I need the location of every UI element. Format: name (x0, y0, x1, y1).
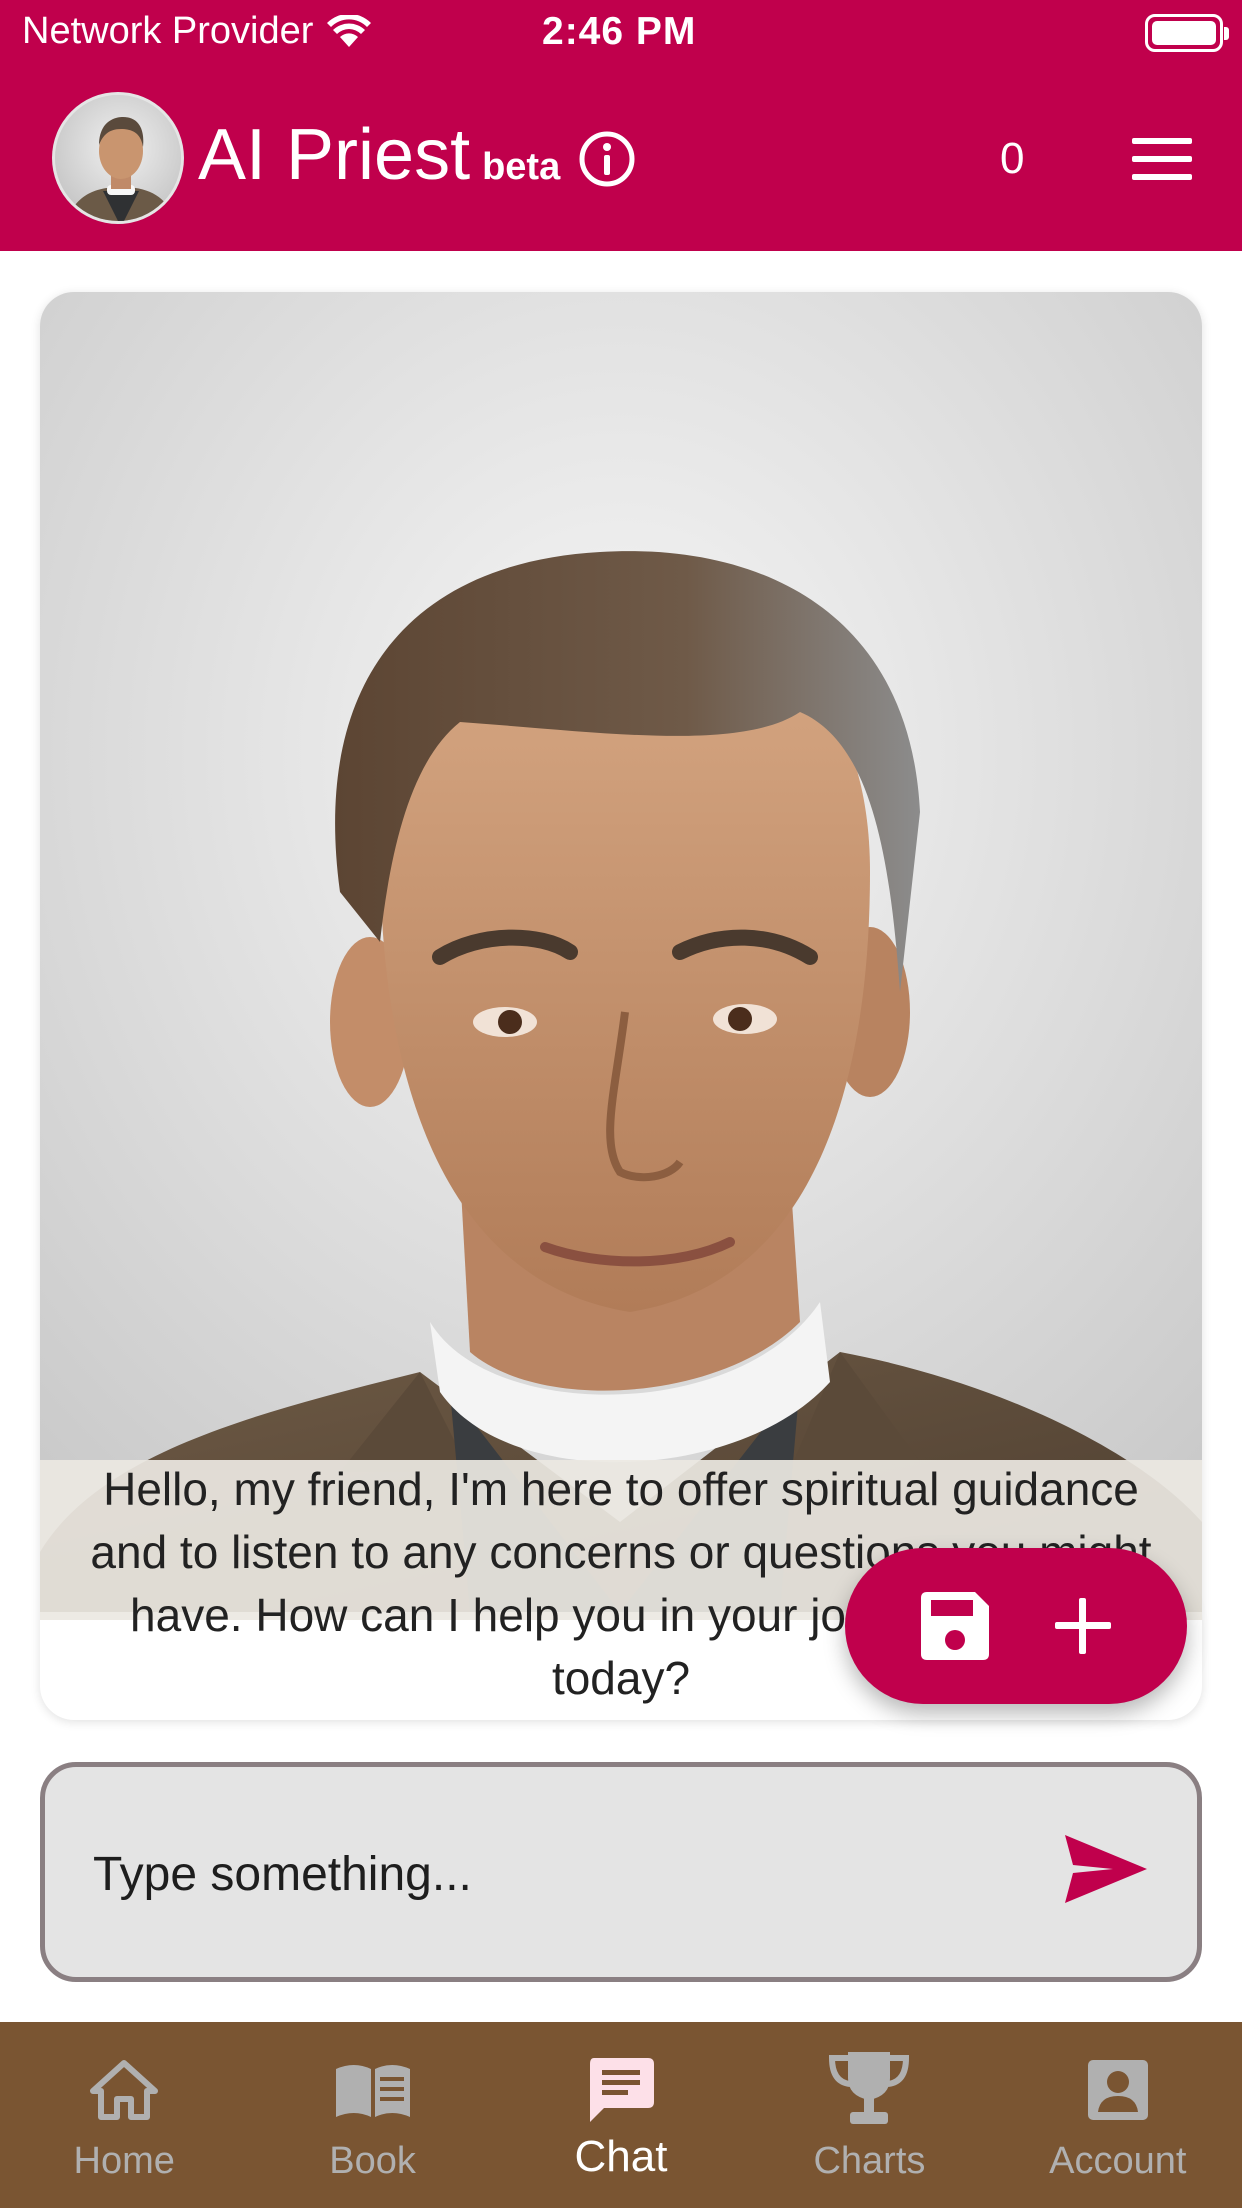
status-time: 2:46 PM (542, 10, 697, 53)
send-icon[interactable] (1061, 1829, 1151, 1909)
nav-chat[interactable]: Chat (497, 2022, 745, 2208)
carrier-info: Network Provider (22, 10, 372, 53)
message-input[interactable] (93, 1829, 993, 1919)
nav-home[interactable]: Home (0, 2022, 248, 2208)
wifi-icon (327, 14, 372, 47)
priest-portrait (40, 292, 1202, 1612)
credit-counter: 0 (1000, 134, 1025, 183)
nav-chat-label: Chat (574, 2132, 668, 2181)
app-header: AI Priest beta 0 (0, 68, 1242, 251)
home-icon (90, 2060, 159, 2120)
plus-icon[interactable] (1051, 1594, 1115, 1658)
nav-account-label: Account (1049, 2140, 1187, 2182)
app-title: AI Priest (198, 115, 471, 195)
carrier-name: Network Provider (22, 10, 314, 52)
message-input-box[interactable] (40, 1762, 1202, 1982)
info-icon[interactable] (578, 130, 636, 188)
nav-charts[interactable]: Charts (745, 2022, 993, 2208)
nav-home-label: Home (73, 2140, 175, 2182)
chat-card: Hello, my friend, I'm here to offer spir… (40, 292, 1202, 1720)
nav-book-label: Book (329, 2140, 416, 2182)
nav-book[interactable]: Book (248, 2022, 496, 2208)
beta-badge: beta (482, 146, 561, 188)
chat-icon (590, 2058, 655, 2122)
hamburger-menu-icon[interactable] (1130, 136, 1194, 182)
priest-avatar[interactable] (52, 92, 184, 224)
app-title-group: AI Priest beta (198, 114, 560, 196)
bottom-navigation: Home Book Chat Charts Account (0, 2022, 1242, 2208)
battery-icon (1145, 14, 1229, 52)
nav-charts-label: Charts (813, 2140, 926, 2182)
app-screen: Network Provider 2:46 PM AI Priest beta … (0, 0, 1242, 2208)
book-icon (335, 2065, 410, 2117)
nav-account[interactable]: Account (994, 2022, 1242, 2208)
save-new-fab[interactable] (845, 1548, 1187, 1704)
save-icon[interactable] (917, 1588, 993, 1664)
status-bar: Network Provider 2:46 PM (0, 0, 1242, 68)
trophy-icon (829, 2052, 910, 2124)
account-icon (1087, 2060, 1148, 2120)
